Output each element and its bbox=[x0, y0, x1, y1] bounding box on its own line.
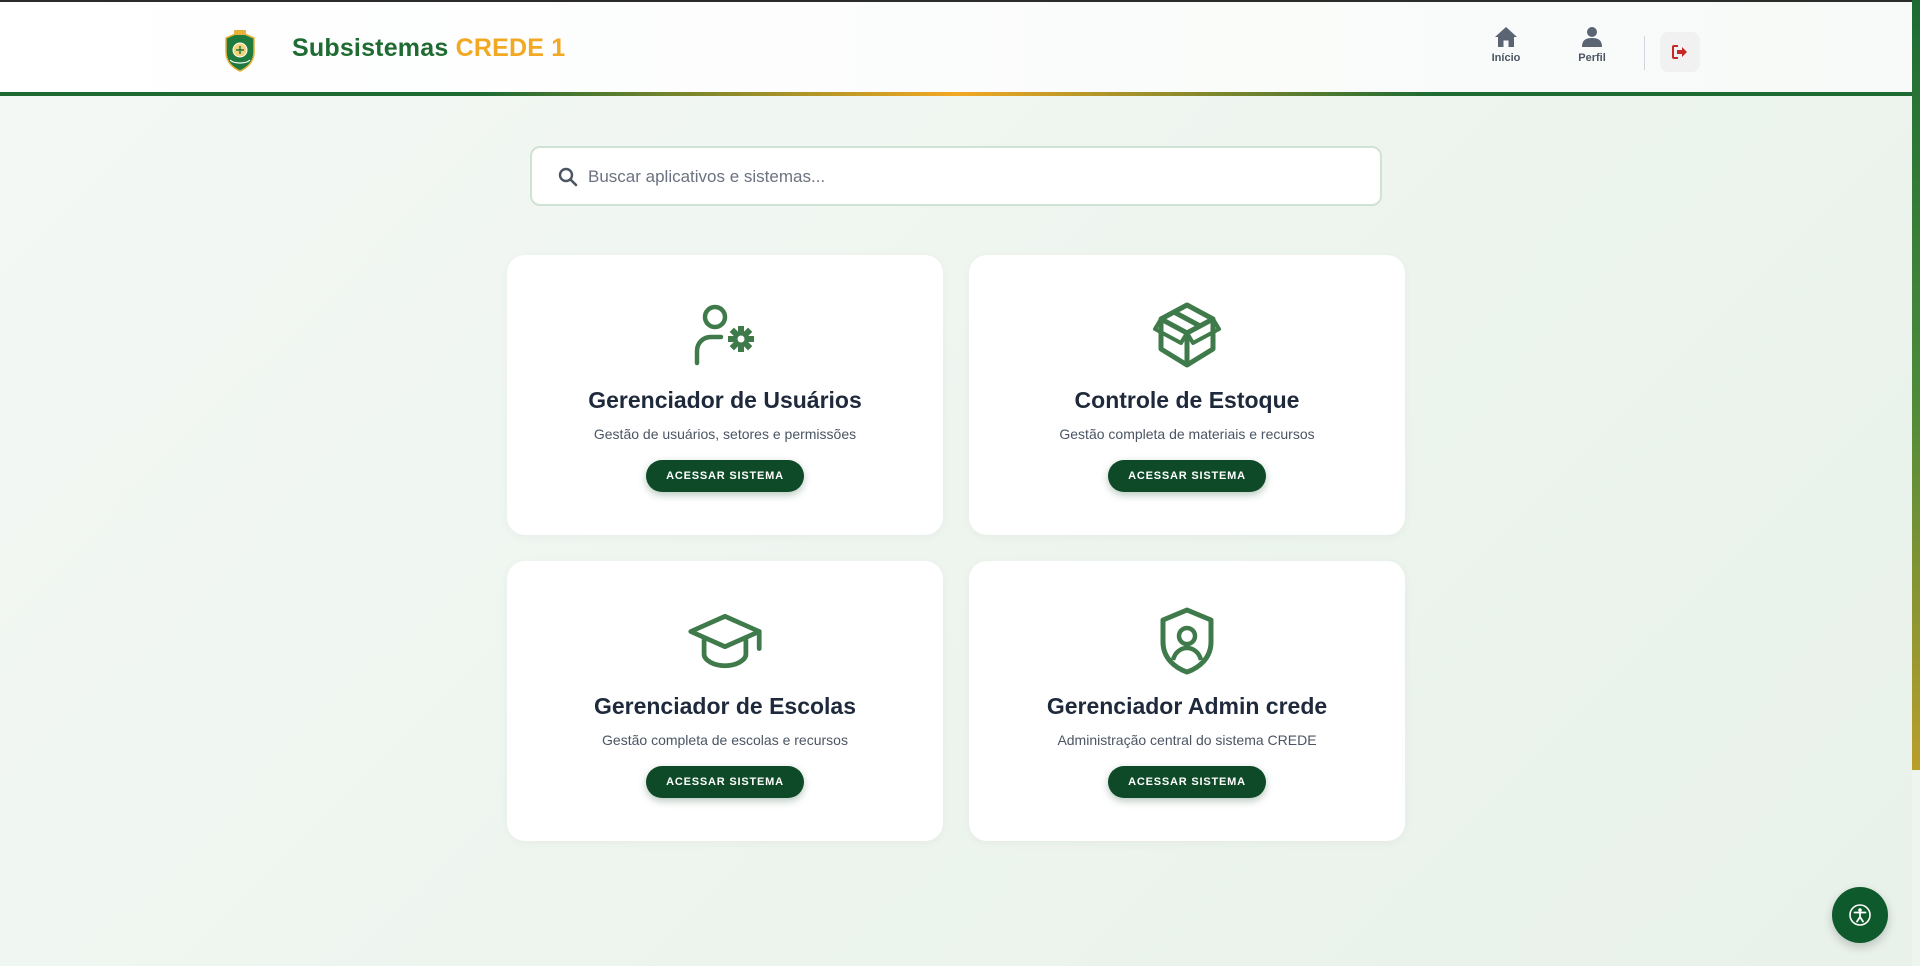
card-description: Gestão de usuários, setores e permissões bbox=[593, 426, 857, 442]
access-system-button[interactable]: ACESSAR SISTEMA bbox=[1108, 766, 1266, 798]
box-icon bbox=[1153, 302, 1221, 368]
search-box[interactable] bbox=[530, 146, 1382, 206]
logout-button[interactable] bbox=[1660, 32, 1700, 72]
card-icon-container bbox=[687, 297, 763, 373]
card-icon-container bbox=[687, 603, 763, 679]
header-accent-border bbox=[0, 92, 1912, 96]
nav-profile-label: Perfil bbox=[1578, 52, 1606, 64]
card-school-manager[interactable]: Gerenciador de Escolas Gestão completa d… bbox=[507, 561, 943, 841]
access-system-button[interactable]: ACESSAR SISTEMA bbox=[646, 766, 804, 798]
user-icon bbox=[1582, 27, 1602, 47]
accessibility-icon bbox=[1849, 904, 1871, 926]
nav-home-label: Início bbox=[1491, 52, 1521, 64]
card-title: Controle de Estoque bbox=[1074, 387, 1300, 413]
card-description: Gestão completa de escolas e recursos bbox=[602, 732, 848, 748]
graduation-cap-icon bbox=[688, 613, 762, 669]
search-input[interactable] bbox=[588, 160, 1348, 194]
card-description: Gestão completa de materiais e recursos bbox=[1059, 426, 1315, 442]
search-icon bbox=[558, 167, 578, 187]
card-stock-control[interactable]: Controle de Estoque Gestão completa de m… bbox=[969, 255, 1405, 535]
nav-divider bbox=[1644, 36, 1645, 70]
card-title: Gerenciador Admin crede bbox=[1046, 693, 1328, 719]
card-icon-container bbox=[1149, 603, 1225, 679]
logout-icon bbox=[1672, 45, 1687, 59]
accessibility-button[interactable] bbox=[1832, 887, 1888, 943]
nav-profile[interactable]: Perfil bbox=[1562, 26, 1622, 74]
scrollbar-track[interactable] bbox=[1912, 770, 1920, 966]
card-admin-crede[interactable]: Gerenciador Admin crede Administração ce… bbox=[969, 561, 1405, 841]
card-title: Gerenciador de Usuários bbox=[588, 387, 862, 413]
shield-user-icon bbox=[1160, 607, 1214, 675]
brand-title-main: Subsistemas bbox=[292, 34, 449, 62]
card-description: Administração central do sistema CREDE bbox=[1057, 732, 1317, 748]
card-title: Gerenciador de Escolas bbox=[593, 693, 857, 719]
brand-title: Subsistemas CREDE 1 bbox=[292, 34, 565, 63]
app-header: Subsistemas CREDE 1 Início Perfil bbox=[0, 2, 1912, 94]
access-system-button[interactable]: ACESSAR SISTEMA bbox=[1108, 460, 1266, 492]
nav-home[interactable]: Início bbox=[1476, 26, 1536, 74]
card-user-manager[interactable]: Gerenciador de Usuários Gestão de usuári… bbox=[507, 255, 943, 535]
user-gear-icon bbox=[694, 304, 754, 366]
ceara-coat-of-arms-logo bbox=[225, 30, 255, 72]
home-icon bbox=[1495, 27, 1517, 47]
card-icon-container bbox=[1149, 297, 1225, 373]
access-system-button[interactable]: ACESSAR SISTEMA bbox=[646, 460, 804, 492]
brand-title-crede: CREDE 1 bbox=[455, 34, 566, 62]
